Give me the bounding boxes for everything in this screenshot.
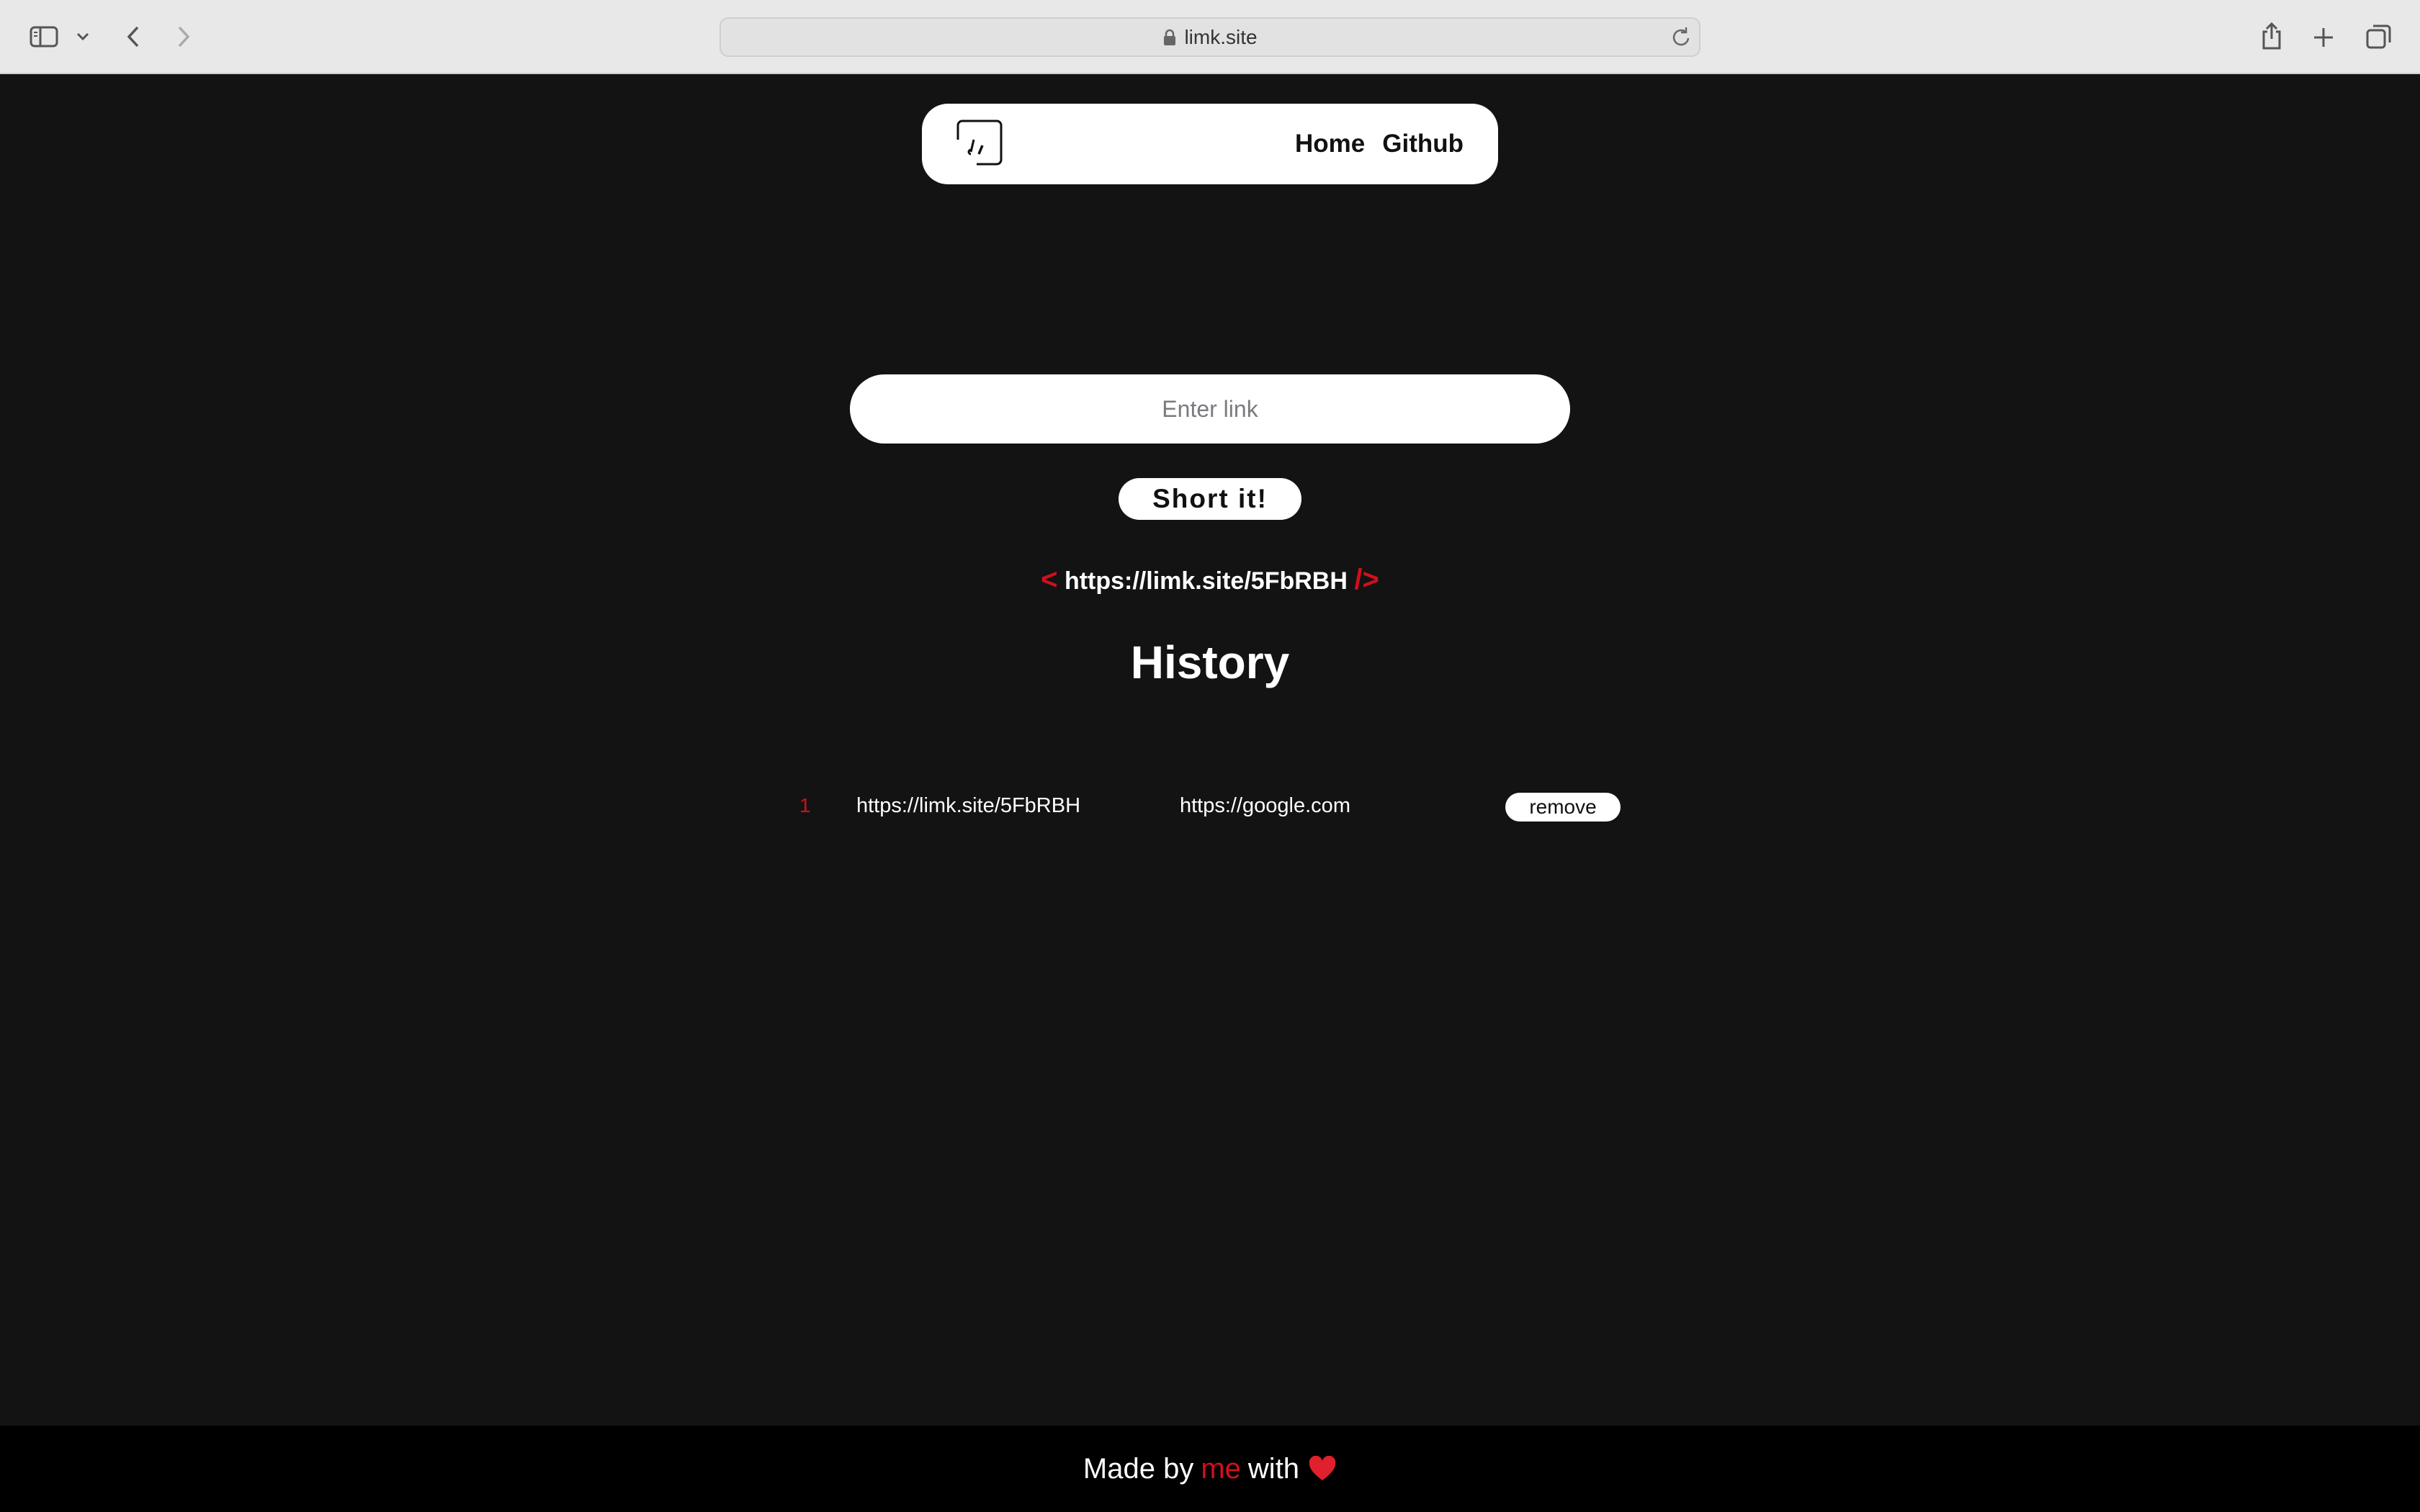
lock-icon xyxy=(1162,29,1177,46)
chevron-down-icon[interactable] xyxy=(75,29,91,45)
footer: Made by me with xyxy=(0,1426,2420,1512)
history-row-original-url[interactable]: https://google.com xyxy=(1180,794,1350,818)
address-url: limk.site xyxy=(1184,25,1258,48)
address-bar[interactable]: limk.site xyxy=(720,17,1700,57)
new-tab-icon[interactable] xyxy=(2309,23,2338,52)
tabs-overview-icon[interactable] xyxy=(2364,22,2394,52)
browser-toolbar: limk.site xyxy=(0,0,2420,74)
back-icon[interactable] xyxy=(121,23,145,50)
short-link-result: < https://limk.site/5FbRBH /> xyxy=(994,564,1426,596)
reload-icon[interactable] xyxy=(1670,26,1692,54)
result-open-bracket: < xyxy=(1041,564,1058,595)
footer-prefix: Made by xyxy=(1083,1452,1194,1485)
nav-home-link[interactable]: Home xyxy=(1295,130,1365,158)
navbar: Home Github xyxy=(922,104,1498,184)
history-title: History xyxy=(1130,636,1290,688)
page: Home Github Short it! < https://limk.sit… xyxy=(0,74,2420,1426)
nav-links: Home Github xyxy=(1295,104,1464,184)
share-icon[interactable] xyxy=(2257,20,2286,52)
footer-author-link[interactable]: me xyxy=(1201,1453,1241,1485)
result-url[interactable]: https://limk.site/5FbRBH xyxy=(1065,567,1348,595)
footer-suffix: with xyxy=(1247,1452,1300,1485)
link-input[interactable] xyxy=(850,374,1570,444)
nav-github-link[interactable]: Github xyxy=(1382,130,1464,158)
history-row-short-url[interactable]: https://limk.site/5FbRBH xyxy=(856,794,1080,818)
logo-icon[interactable] xyxy=(955,118,1004,167)
remove-button[interactable]: remove xyxy=(1505,793,1621,822)
sidebar-icon[interactable] xyxy=(29,24,59,49)
forward-icon[interactable] xyxy=(171,23,196,50)
history-row-index: 1 xyxy=(799,794,811,816)
short-it-button[interactable]: Short it! xyxy=(1119,478,1301,520)
result-close-bracket: /> xyxy=(1354,564,1379,595)
heart-icon xyxy=(1308,1456,1337,1482)
history-row: 1 https://limk.site/5FbRBH https://googl… xyxy=(792,790,1628,823)
